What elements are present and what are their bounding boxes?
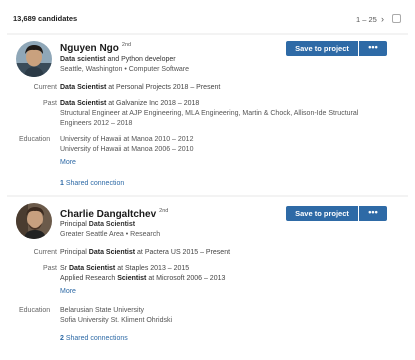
candidate-location: Seattle, Washington • Computer Software [60, 66, 190, 73]
education-label: Education [19, 136, 51, 143]
more-link[interactable]: More [60, 288, 76, 295]
current-position: Principal Data Scientist at Pactera US 2… [60, 249, 231, 256]
current-label: Current [33, 84, 57, 91]
candidate-headline: Principal Data Scientist [60, 221, 136, 228]
connection-degree-badge: 2nd [121, 42, 132, 48]
chevron-right-icon[interactable]: › [381, 14, 384, 24]
save-to-project-button[interactable]: Save to project [286, 41, 358, 56]
avatar[interactable] [16, 41, 52, 77]
candidate-card[interactable]: Nguyen Ngo 2nd Data scientist and Python … [7, 35, 408, 195]
past-position: Data Scientist at Galvanize Inc 2018 – 2… [60, 100, 200, 107]
education-entry: University of Hawaii at Manoa 2006 – 201… [60, 146, 194, 153]
candidate-location: Greater Seattle Area • Research [60, 231, 161, 238]
past-position: Structural Engineer at AJP Engineering, … [60, 110, 359, 117]
candidate-headline: Data scientist and Python developer [60, 56, 176, 63]
candidate-count: 13,689 candidates [13, 14, 78, 23]
past-position: Applied Research Scientist at Microsoft … [60, 275, 226, 282]
education-entry: University of Hawaii at Manoa 2010 – 201… [60, 136, 194, 143]
past-position: Sr Data Scientist at Staples 2013 – 2015 [60, 265, 190, 272]
current-position: Data Scientist at Personal Projects 2018… [60, 84, 221, 91]
past-position-cont: Engineers 2012 – 2018 [60, 120, 133, 127]
candidate-name[interactable]: Nguyen Ngo 2nd [60, 42, 132, 54]
more-actions-button[interactable]: ••• [359, 41, 387, 56]
past-label: Past [42, 265, 57, 272]
avatar[interactable] [16, 203, 52, 239]
past-label: Past [42, 100, 57, 107]
more-link[interactable]: More [60, 159, 76, 166]
candidate-name[interactable]: Charlie Dangaltchev 2nd [60, 208, 169, 220]
more-actions-button[interactable]: ••• [359, 206, 387, 221]
connection-degree-badge: 2nd [159, 208, 169, 214]
current-label: Current [33, 249, 57, 256]
shared-connections-link[interactable]: 1 Shared connection [60, 180, 124, 187]
education-entry: Sofia University St. Kliment Ohridski [60, 317, 173, 324]
education-entry: Belarusian State University [60, 307, 145, 314]
shared-connections-link[interactable]: 2 Shared connections [60, 335, 128, 342]
candidate-card[interactable]: Charlie Dangaltchev 2nd Principal Data Sc… [7, 197, 408, 353]
pagination[interactable]: 1 – 25 › [356, 14, 384, 24]
education-label: Education [19, 307, 51, 314]
save-to-project-button[interactable]: Save to project [286, 206, 358, 221]
select-all-checkbox[interactable] [392, 14, 401, 23]
pagination-range: 1 – 25 [356, 15, 377, 24]
